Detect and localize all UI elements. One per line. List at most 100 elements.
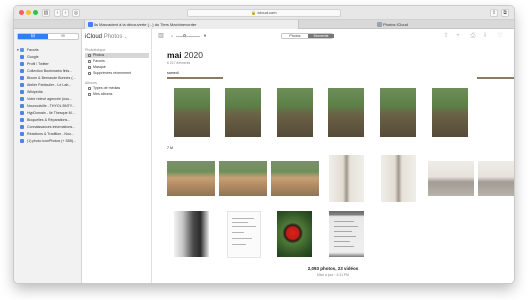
share-icon[interactable]: ⇪ <box>490 9 498 17</box>
sidebar-item-my-albums[interactable]: Mes albums <box>85 92 149 97</box>
zoom-slider[interactable] <box>176 34 200 37</box>
bookmark-icon <box>20 76 24 81</box>
photo-thumbnail[interactable] <box>432 88 468 137</box>
bookmark-item[interactable]: Google <box>20 54 81 61</box>
bookmark-item[interactable]: Nounoulville - THYOL BNTY... <box>20 103 81 110</box>
photos-toolbar: ▥ ● ● Photos Moments ⇪ + ⎙ ⇩ ♡ <box>152 29 514 43</box>
bookmark-icon <box>20 111 24 116</box>
document-line <box>334 221 354 222</box>
document-line <box>334 241 350 242</box>
photo-thumbnail[interactable] <box>277 88 313 137</box>
document-line <box>232 226 256 227</box>
photo-thumbnail[interactable] <box>381 155 416 202</box>
bookmark-item[interactable]: Connaissances informations... <box>20 124 81 131</box>
photo-thumbnail[interactable] <box>328 88 364 137</box>
photo-thumbnail[interactable] <box>329 211 364 257</box>
month-title: mai 2020 <box>167 50 203 60</box>
bookmark-item[interactable]: Bloquelles & Réparations... <box>20 117 81 124</box>
bookmark-icon <box>20 55 24 60</box>
bookmark-item[interactable]: Profil / Twitter <box>20 61 81 68</box>
favorite-icon[interactable]: ♡ <box>497 33 503 39</box>
tab-bar: Ils Marcadent à la découverte (...) du T… <box>14 20 514 29</box>
icloud-app-header[interactable]: iCloud Photos ⌄ <box>85 34 127 40</box>
bookmark-item[interactable]: Wikipédia <box>20 89 81 96</box>
bookmark-icon <box>20 69 24 74</box>
sidebar-item-label: Types de médias <box>93 86 121 90</box>
bookmark-item[interactable]: Bloom & Bernaude Bonnes (... <box>20 75 81 82</box>
folder-icon <box>88 87 91 90</box>
bookmark-icon <box>20 125 24 130</box>
library-count: 2,093 photos, 23 vidéos <box>307 266 359 271</box>
zoom-in-icon[interactable]: ● <box>202 33 208 39</box>
upload-icon[interactable]: ⇪ <box>443 33 449 39</box>
photo-thumbnail[interactable] <box>277 211 312 257</box>
bookmark-icon <box>20 104 24 109</box>
photo-thumbnail[interactable] <box>174 211 209 257</box>
minimize-window-button[interactable] <box>26 10 31 15</box>
segment-moments[interactable]: Moments <box>308 34 334 38</box>
document-line <box>232 222 248 223</box>
photo-thumbnail[interactable] <box>271 161 319 196</box>
sidebar-item-supprimees[interactable]: Supprimées récemment <box>85 71 149 76</box>
tabs-overview-icon[interactable]: ⧉ <box>501 9 509 17</box>
tab-title: Photos iCloud <box>383 22 408 27</box>
share-icon[interactable]: ⎙ <box>470 33 476 39</box>
photo-strip[interactable] <box>167 77 223 79</box>
bookmark-item[interactable]: Atelier Particulier - Le Lab... <box>20 82 81 89</box>
eye-slash-icon <box>88 66 91 69</box>
sidebar-item-media-types[interactable]: Types de médias <box>85 86 149 91</box>
photo-thumbnail[interactable] <box>478 161 514 196</box>
photo-thumbnail[interactable] <box>167 161 215 196</box>
photo-thumbnail[interactable] <box>219 161 267 196</box>
tab-photos-icloud[interactable]: Photos iCloud <box>374 20 494 29</box>
add-icon[interactable]: + <box>455 33 461 39</box>
disclosure-triangle-icon: ▾ <box>17 48 19 52</box>
folder-icon <box>19 48 24 53</box>
bookmark-item[interactable]: Votre relevé agencée (nou... <box>20 96 81 103</box>
heart-icon <box>88 60 91 63</box>
lock-icon: 🔒 <box>251 10 257 15</box>
sidebar-toggle-icon[interactable]: ▥ <box>42 9 50 17</box>
sidebar-toggle-icon[interactable]: ▥ <box>158 33 164 39</box>
reading-list-tab[interactable]: ∞ <box>48 34 78 39</box>
address-bar[interactable]: 🔒 icloud.com <box>187 9 341 17</box>
sidebar-item-favoris[interactable]: Favoris <box>85 59 149 64</box>
bookmarks-folder-label: Favoris <box>26 48 39 52</box>
bookmark-item[interactable]: (1) photo iconPhotos (+ 35B)... <box>20 138 81 145</box>
bookmark-icon <box>20 83 24 88</box>
tab-active[interactable]: Ils Marcadent à la découverte (...) du T… <box>84 20 299 29</box>
close-window-button[interactable] <box>19 10 24 15</box>
forward-icon[interactable]: › <box>62 9 69 17</box>
bookmark-item[interactable]: Réactions & Tradition - Nou... <box>20 131 81 138</box>
photo-thumbnail[interactable] <box>227 211 261 258</box>
bookmark-icon <box>20 118 24 123</box>
bookmarks-tab[interactable]: ⊟ <box>18 34 48 39</box>
bookmark-label: Wikipédia <box>27 90 43 94</box>
bookmark-label: Nounoulville - THYOL BNTY... <box>27 104 75 108</box>
photo-thumbnail[interactable] <box>380 88 416 137</box>
photo-thumbnail[interactable] <box>174 88 210 137</box>
bookmark-icon <box>20 97 24 102</box>
bookmarks-folder-favoris[interactable]: ▾ Favoris <box>17 47 78 54</box>
bookmark-item[interactable]: Collection Bookmarks finis... <box>20 68 81 75</box>
reader-icon[interactable]: ◎ <box>72 9 80 17</box>
bookmark-label: HypDomain - Ile Thesque M... <box>27 111 75 115</box>
sidebar-item-masque[interactable]: Masqué <box>85 65 149 70</box>
photo-thumbnail[interactable] <box>225 88 261 137</box>
photo-thumbnail[interactable] <box>329 155 364 202</box>
back-icon[interactable]: ‹ <box>54 9 61 17</box>
bookmark-label: Collection Bookmarks finis... <box>27 69 73 73</box>
segment-photos[interactable]: Photos <box>282 34 308 38</box>
zoom-knob[interactable] <box>183 34 186 37</box>
sidebar-item-photos[interactable]: Photos <box>85 53 149 58</box>
bookmarks-sidebar: ⊟ ∞ ▾ Favoris Google Profil / Twitter Co… <box>14 29 82 283</box>
document-line <box>232 238 252 239</box>
bookmark-label: Profil / Twitter <box>27 62 49 66</box>
zoom-window-button[interactable] <box>33 10 38 15</box>
zoom-out-icon[interactable]: ● <box>169 33 175 39</box>
download-icon[interactable]: ⇩ <box>482 33 488 39</box>
bookmark-item[interactable]: HypDomain - Ile Thesque M... <box>20 110 81 117</box>
photo-thumbnail[interactable] <box>428 161 474 196</box>
photo-strip[interactable] <box>477 77 514 79</box>
sidebar-item-label: Favoris <box>93 59 105 63</box>
